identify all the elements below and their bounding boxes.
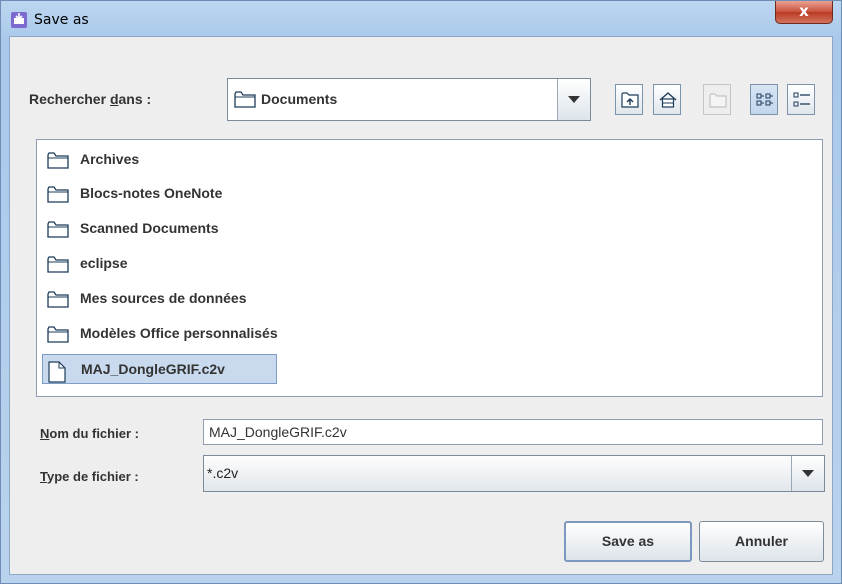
list-item[interactable]: Modèles Office personnalisés — [42, 320, 362, 348]
file-type-label: Type de fichier : — [40, 469, 139, 484]
up-folder-icon — [621, 92, 639, 108]
file-type-combo[interactable]: *.c2v — [203, 455, 825, 492]
list-item-label: Modèles Office personnalisés — [80, 325, 278, 341]
new-folder-button[interactable] — [703, 84, 731, 115]
home-icon — [659, 92, 677, 108]
folder-icon — [47, 221, 69, 238]
list-item-selected[interactable]: MAJ_DongleGRIF.c2v — [42, 354, 277, 384]
file-name-input[interactable]: MAJ_DongleGRIF.c2v — [203, 419, 823, 445]
file-type-dropdown-button[interactable] — [791, 456, 824, 491]
look-in-value: Documents — [261, 91, 338, 107]
look-in-label-pre: Rechercher — [29, 91, 110, 107]
close-button[interactable]: x — [775, 1, 833, 24]
look-in-label: Rechercher dans : — [29, 91, 151, 107]
file-name-label-post: om du fichier : — [49, 426, 139, 441]
details-view-icon — [793, 92, 810, 107]
close-icon: x — [799, 2, 809, 20]
list-item-label: eclipse — [80, 255, 128, 271]
file-type-label-mnemonic: T — [40, 469, 47, 484]
file-type-value: *.c2v — [207, 465, 239, 481]
details-view-button[interactable] — [787, 84, 815, 115]
file-name-label-mnemonic: N — [40, 426, 50, 441]
title-bar[interactable]: Save as x — [1, 1, 842, 37]
list-item[interactable]: Mes sources de données — [42, 285, 332, 313]
home-button[interactable] — [653, 84, 681, 115]
app-icon — [11, 12, 27, 28]
look-in-combo[interactable]: Documents — [227, 78, 591, 121]
list-item-label: Blocs-notes OneNote — [80, 185, 223, 201]
look-in-label-mnemonic: d — [109, 91, 119, 107]
up-one-level-button[interactable] — [615, 84, 643, 115]
new-folder-icon — [709, 93, 727, 108]
chevron-down-icon — [802, 470, 814, 477]
list-item[interactable]: Archives — [42, 146, 172, 174]
save-button[interactable]: Save as — [564, 521, 692, 562]
list-item[interactable]: eclipse — [42, 250, 162, 278]
file-icon — [48, 361, 66, 383]
folder-icon — [47, 291, 69, 308]
window-title: Save as — [34, 12, 89, 28]
list-item[interactable]: Blocs-notes OneNote — [42, 180, 282, 208]
folder-icon — [47, 186, 69, 203]
list-view-icon — [756, 93, 773, 106]
folder-icon — [47, 152, 69, 169]
look-in-label-post: ans : — [118, 91, 152, 107]
file-type-label-post: ype de fichier : — [46, 469, 139, 484]
list-item-label: Scanned Documents — [80, 220, 219, 236]
list-view-button[interactable] — [750, 84, 778, 115]
file-name-label: Nom du fichier : — [40, 426, 139, 441]
folder-icon — [47, 326, 69, 343]
list-item-label: MAJ_DongleGRIF.c2v — [81, 361, 225, 377]
cancel-button[interactable]: Annuler — [699, 521, 824, 562]
file-list[interactable]: Archives Blocs-notes OneNote Scanned Doc… — [36, 139, 823, 397]
look-in-dropdown-button[interactable] — [557, 79, 590, 120]
list-item-label: Archives — [80, 151, 140, 167]
folder-icon — [47, 256, 69, 273]
folder-icon — [234, 91, 256, 108]
list-item[interactable]: Scanned Documents — [42, 215, 282, 243]
list-item-label: Mes sources de données — [80, 290, 247, 306]
chevron-down-icon — [568, 96, 580, 103]
